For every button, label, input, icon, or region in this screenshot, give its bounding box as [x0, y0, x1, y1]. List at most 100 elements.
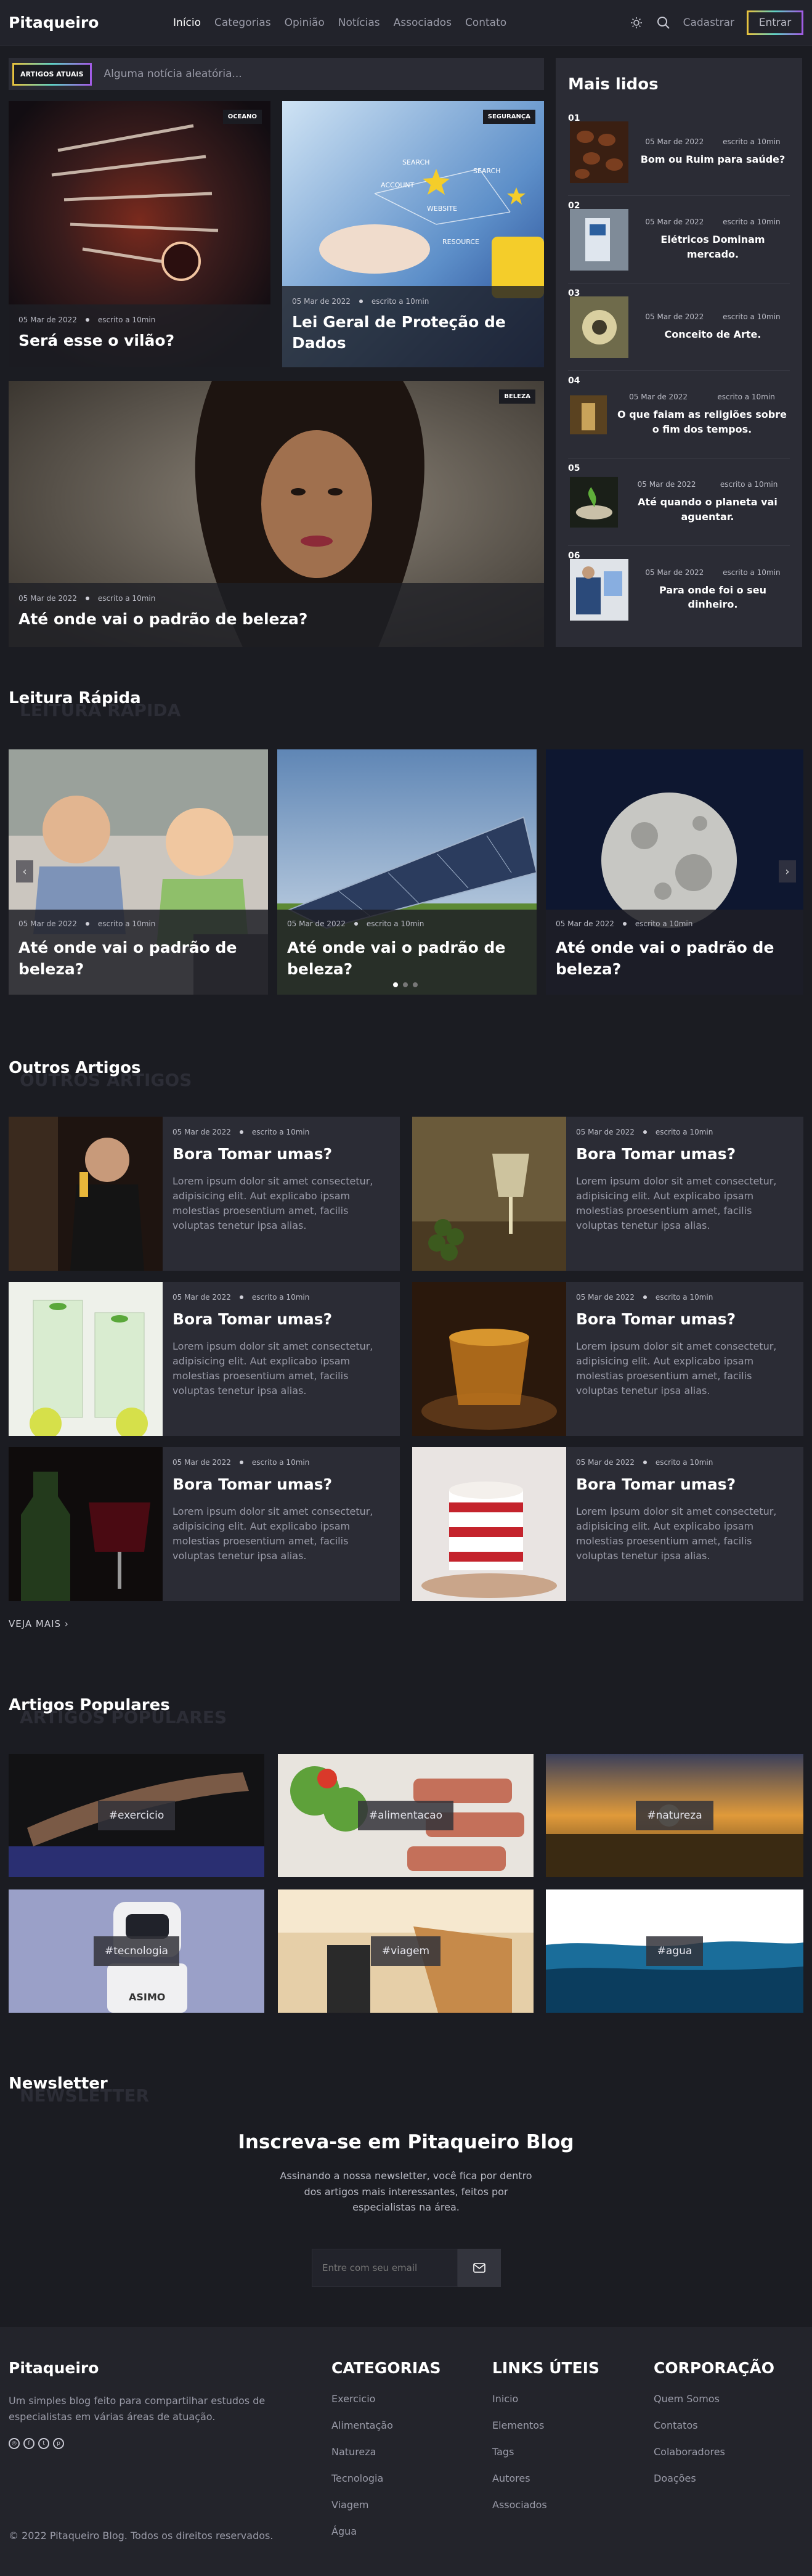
site-logo[interactable]: Pitaqueiro	[9, 14, 99, 31]
newsletter-block: Inscreva-se em Pitaqueiro Blog Assinando…	[0, 2131, 812, 2215]
article-card[interactable]: 05 Mar de 2022 escrito a 10min Bora Tomar…	[412, 1447, 803, 1601]
nav-link-noticias[interactable]: Notícias	[338, 17, 380, 29]
footer-link[interactable]: Colaboradores	[654, 2446, 774, 2458]
nav-link-opiniao[interactable]: Opinião	[285, 17, 325, 29]
nav-link-contato[interactable]: Contato	[465, 17, 506, 29]
most-read-title[interactable]: Elétricos Dominam mercado.	[636, 232, 790, 261]
article-title[interactable]: Bora Tomar umas?	[173, 1310, 390, 1328]
post-date: 05 Mar de 2022	[18, 594, 77, 603]
popular-tag[interactable]: #agua	[646, 1936, 704, 1966]
popular-tag[interactable]: #exercicio	[97, 1801, 176, 1830]
most-read-title[interactable]: O que faiam as religiões sobre o fim dos…	[614, 407, 790, 436]
popular-tag-card[interactable]: #viagem	[278, 1889, 534, 2013]
category-badge[interactable]: OCEANO	[222, 110, 262, 124]
most-read-title[interactable]: Até quando o planeta vai aguentar.	[625, 495, 790, 523]
footer-link[interactable]: Tags	[492, 2446, 599, 2458]
quick-read-card[interactable]: ‹ 05 Mar de 2022 escrito a 10min Até onde…	[9, 749, 268, 995]
most-read-item[interactable]: 06 05 Mar de 2022 escrito a 10min Para ond…	[568, 546, 790, 634]
most-read-item[interactable]: 05 05 Mar de 2022 escrito a 10min Até quan…	[568, 459, 790, 546]
footer-link[interactable]: Viagem	[331, 2499, 441, 2511]
footer-logo[interactable]: Pitaqueiro	[9, 2359, 267, 2377]
slider-next-button[interactable]: ›	[779, 860, 796, 882]
article-card[interactable]: 05 Mar de 2022 escrito a 10min Bora Tomar…	[412, 1117, 803, 1271]
popular-tag-card[interactable]: #agua	[546, 1889, 803, 2013]
slide-title[interactable]: Até onde vai o padrão de beleza?	[287, 937, 527, 980]
nav-link-associados[interactable]: Associados	[394, 17, 452, 29]
category-badge[interactable]: BELEZA	[499, 389, 535, 404]
read-time: escrito a 10min	[251, 1293, 310, 1302]
email-field[interactable]: Entre com seu email	[312, 2249, 458, 2287]
slider-dot[interactable]	[413, 982, 418, 987]
search-icon[interactable]	[656, 15, 671, 30]
article-title[interactable]: Bora Tomar umas?	[173, 1475, 390, 1493]
footer-link[interactable]: Alimentação	[331, 2419, 441, 2431]
hero-title[interactable]: Lei Geral de Proteção de Dados	[292, 312, 534, 354]
hero-card-wide[interactable]: BELEZA 05 Mar de 2022 escrito a 10min Até…	[9, 381, 544, 647]
footer-about: Pitaqueiro Um simples blog feito para co…	[9, 2359, 267, 2450]
popular-tag[interactable]: #viagem	[370, 1936, 441, 1966]
most-read-item[interactable]: 02 05 Mar de 2022 escrito a 10min Elétrico…	[568, 196, 790, 283]
hero-card[interactable]: SEARCH SEARCH ACCOUNT WEBSITE RESOURCE SEGUR…	[282, 101, 544, 367]
nav-link-categorias[interactable]: Categorias	[214, 17, 271, 29]
post-date: 05 Mar de 2022	[576, 1458, 635, 1467]
facebook-icon[interactable]: f	[23, 2438, 35, 2450]
instagram-icon[interactable]: ◎	[9, 2438, 20, 2450]
popular-tag[interactable]: #natureza	[636, 1801, 713, 1830]
popular-tag-card[interactable]: #natureza	[546, 1754, 803, 1877]
article-title[interactable]: Bora Tomar umas?	[576, 1145, 794, 1163]
most-read-title[interactable]: Conceito de Arte.	[636, 327, 790, 341]
most-read-item[interactable]: 01 05 Mar de 2022 escrito a 10min Bom ou R…	[568, 108, 790, 196]
popular-tag[interactable]: #tecnologia	[94, 1936, 179, 1966]
footer-link[interactable]: Exercicio	[331, 2393, 441, 2405]
popular-tag[interactable]: #alimentacao	[357, 1801, 454, 1830]
signup-link[interactable]: Cadastrar	[683, 17, 734, 29]
footer-corporation: CORPORAÇÃO Quem Somos Contatos Colaborad…	[654, 2359, 774, 2499]
footer-link[interactable]: Elementos	[492, 2419, 599, 2431]
see-more-link[interactable]: VEJA MAIS ›	[9, 1618, 69, 1629]
footer-link[interactable]: Tecnologia	[331, 2472, 441, 2484]
article-card[interactable]: 05 Mar de 2022 escrito a 10min Bora Tomar…	[9, 1117, 400, 1271]
popular-tag-card[interactable]: ASIMO #tecnologia	[9, 1889, 264, 2013]
hero-card[interactable]: OCEANO 05 Mar de 2022 escrito a 10min Ser…	[9, 101, 270, 367]
login-button[interactable]: Entrar	[747, 10, 803, 35]
article-card[interactable]: 05 Mar de 2022 escrito a 10min Bora Tomar…	[9, 1447, 400, 1601]
footer-link[interactable]: Inicio	[492, 2393, 599, 2405]
footer-link[interactable]: Contatos	[654, 2419, 774, 2431]
twitter-icon[interactable]: t	[38, 2438, 49, 2450]
article-title[interactable]: Bora Tomar umas?	[576, 1310, 794, 1328]
article-title[interactable]: Bora Tomar umas?	[576, 1475, 794, 1493]
article-card[interactable]: 05 Mar de 2022 escrito a 10min Bora Tomar…	[9, 1282, 400, 1436]
popular-tag-card[interactable]: #exercicio	[9, 1754, 264, 1877]
category-badge[interactable]: SEGURANÇA	[482, 110, 535, 124]
pinterest-icon[interactable]: p	[53, 2438, 64, 2450]
popular-tag-card[interactable]: #alimentacao	[278, 1754, 534, 1877]
slide-title[interactable]: Até onde vai o padrão de beleza?	[556, 937, 794, 980]
quick-read-card[interactable]: 05 Mar de 2022 escrito a 10min Até onde v…	[277, 749, 537, 995]
slider-dot[interactable]	[393, 982, 398, 987]
slider-dot[interactable]	[403, 982, 408, 987]
footer-link[interactable]: Quem Somos	[654, 2393, 774, 2405]
footer-link[interactable]: Autores	[492, 2472, 599, 2484]
most-read-title[interactable]: Bom ou Ruim para saúde?	[636, 152, 790, 166]
most-read-item[interactable]: 03 05 Mar de 2022 escrito a 10min Conceito…	[568, 283, 790, 371]
hero-title[interactable]: Será esse o vilão?	[18, 330, 261, 351]
subscribe-button[interactable]	[458, 2249, 501, 2287]
footer-link[interactable]: Associados	[492, 2499, 599, 2511]
footer-link[interactable]: Água	[331, 2525, 441, 2537]
post-date: 05 Mar de 2022	[645, 312, 704, 321]
article-card[interactable]: 05 Mar de 2022 escrito a 10min Bora Tomar…	[412, 1282, 803, 1436]
footer-link[interactable]: Natureza	[331, 2446, 441, 2458]
ticker-text[interactable]: Alguma notícia aleatória...	[104, 68, 242, 80]
article-title[interactable]: Bora Tomar umas?	[173, 1145, 390, 1163]
slider-prev-button[interactable]: ‹	[16, 860, 33, 882]
nav-link-inicio[interactable]: Início	[173, 17, 201, 29]
footer-link[interactable]: Doações	[654, 2472, 774, 2484]
most-read-item[interactable]: 04 05 Mar de 2022 escrito a 10min O que fa…	[568, 371, 790, 459]
slide-title[interactable]: Até onde vai o padrão de beleza?	[18, 937, 258, 980]
quick-read-card[interactable]: › 05 Mar de 2022 escrito a 10min Até onde…	[546, 749, 803, 995]
sun-icon[interactable]	[629, 15, 644, 30]
most-read-title[interactable]: Para onde foi o seu dinheiro.	[636, 583, 790, 611]
post-date: 05 Mar de 2022	[556, 919, 614, 928]
hero-title[interactable]: Até onde vai o padrão de beleza?	[18, 609, 534, 630]
article-excerpt: Lorem ipsum dolor sit amet consectetur, …	[173, 1340, 373, 1396]
